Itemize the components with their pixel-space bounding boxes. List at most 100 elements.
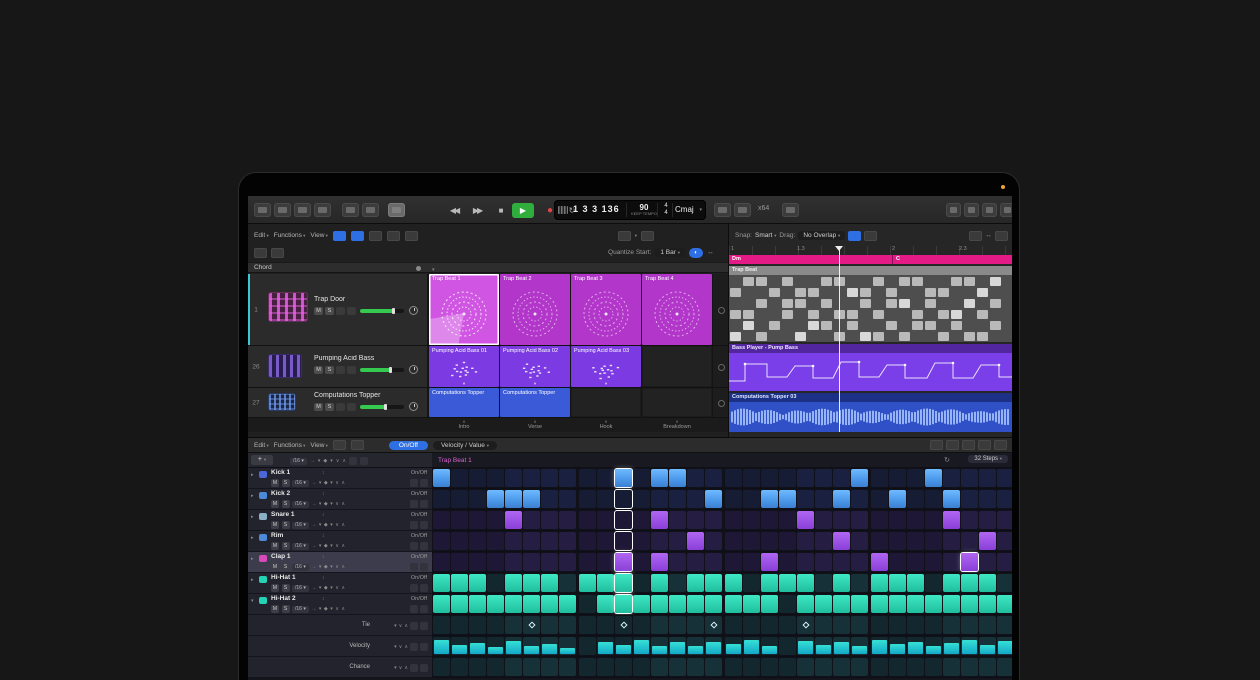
- seq-row-header[interactable]: ▸Clap 1↕On/OffMS/16 ▾→▾◆▾∨∧: [248, 552, 432, 573]
- step-cell[interactable]: [761, 574, 778, 592]
- step-cell[interactable]: [559, 490, 576, 508]
- step-cell[interactable]: [961, 595, 978, 613]
- velocity-bar[interactable]: [488, 647, 503, 654]
- step-cell[interactable]: [889, 511, 906, 529]
- step-cell[interactable]: [705, 553, 722, 571]
- step-cell[interactable]: [469, 532, 486, 550]
- record-enable-button[interactable]: [336, 307, 345, 315]
- rate-selector[interactable]: /16 ▾: [292, 564, 309, 571]
- step-cell[interactable]: [487, 553, 504, 571]
- step-cell[interactable]: [523, 658, 540, 676]
- step-cell[interactable]: [669, 532, 686, 550]
- step-cell[interactable]: [597, 490, 614, 508]
- row-ctrl-icon[interactable]: ∨: [336, 458, 340, 464]
- step-cell[interactable]: [579, 553, 596, 571]
- row-ctrl-icon[interactable]: ◆: [324, 480, 328, 486]
- step-cell[interactable]: [651, 469, 668, 487]
- row-edit-icon[interactable]: [410, 500, 418, 508]
- velocity-bar[interactable]: [560, 648, 575, 654]
- step-cell[interactable]: [871, 574, 888, 592]
- step-cell[interactable]: [705, 469, 722, 487]
- velocity-bar[interactable]: [726, 644, 741, 654]
- stop-button[interactable]: ■: [491, 203, 511, 218]
- solo-button[interactable]: S: [282, 521, 290, 529]
- step-cell[interactable]: [889, 616, 906, 634]
- step-cell[interactable]: [579, 658, 596, 676]
- step-cell[interactable]: [433, 490, 450, 508]
- volume-slider[interactable]: [360, 405, 404, 409]
- mute-button[interactable]: M: [314, 403, 323, 411]
- step-cell[interactable]: [651, 637, 668, 655]
- rate-selector[interactable]: /16 ▾: [292, 522, 309, 529]
- step-cell[interactable]: [961, 637, 978, 655]
- step-cell[interactable]: [871, 616, 888, 634]
- step-cell[interactable]: [725, 616, 742, 634]
- step-cell[interactable]: [469, 574, 486, 592]
- step-cell[interactable]: [925, 637, 942, 655]
- step-cell[interactable]: [833, 595, 850, 613]
- v-zoom-icon[interactable]: [995, 231, 1008, 241]
- step-cell[interactable]: [961, 616, 978, 634]
- solo-button[interactable]: S: [325, 403, 334, 411]
- step-cell[interactable]: [523, 490, 540, 508]
- step-cell[interactable]: [779, 469, 796, 487]
- text-tool-icon[interactable]: [864, 231, 877, 241]
- seq-subrow-header[interactable]: Tie▾∨∧: [248, 615, 432, 636]
- step-cell[interactable]: [961, 574, 978, 592]
- subrow-edit-icon[interactable]: [420, 643, 428, 651]
- seq-row-header[interactable]: ▸Kick 1↕On/OffMS/16 ▾→▾◆▾∨∧: [248, 468, 432, 489]
- subrow-ctrl-icon[interactable]: ∧: [404, 665, 408, 671]
- disclosure-right-icon[interactable]: ▸: [251, 535, 254, 541]
- row-edit-icon[interactable]: [420, 563, 428, 571]
- step-cell[interactable]: [907, 511, 924, 529]
- step-cell[interactable]: [907, 658, 924, 676]
- step-cell[interactable]: [815, 595, 832, 613]
- step-cell[interactable]: [761, 490, 778, 508]
- rate-selector[interactable]: /16 ▾: [292, 585, 309, 592]
- step-cell[interactable]: [615, 469, 632, 487]
- subrow-edit-icon[interactable]: [420, 622, 428, 630]
- step-cell[interactable]: [797, 532, 814, 550]
- step-cell[interactable]: [687, 658, 704, 676]
- loops-browser-icon[interactable]: [342, 203, 359, 217]
- step-cell[interactable]: [451, 658, 468, 676]
- scene-trigger[interactable]: ∧Verse: [500, 418, 570, 432]
- velocity-bar[interactable]: [926, 646, 941, 654]
- step-cell[interactable]: [907, 574, 924, 592]
- step-cell[interactable]: [889, 658, 906, 676]
- step-cell[interactable]: [597, 658, 614, 676]
- edit-mode-selector[interactable]: Velocity / Value ▾: [433, 441, 497, 450]
- rate-selector[interactable]: /16 ▾: [292, 606, 309, 613]
- row-edit-icon[interactable]: [410, 563, 418, 571]
- step-cell[interactable]: [669, 490, 686, 508]
- step-cell[interactable]: [541, 658, 558, 676]
- step-cell[interactable]: [433, 595, 450, 613]
- velocity-bar[interactable]: [434, 640, 449, 654]
- tuner-icon[interactable]: [714, 203, 731, 217]
- row-ctrl-icon[interactable]: ▾: [330, 585, 333, 591]
- step-cell[interactable]: [523, 637, 540, 655]
- step-cell[interactable]: [925, 490, 942, 508]
- rate-selector[interactable]: /16 ▾: [290, 458, 307, 465]
- step-cell[interactable]: [615, 658, 632, 676]
- step-cell[interactable]: [979, 490, 996, 508]
- step-cell[interactable]: [997, 511, 1012, 529]
- row-ctrl-icon[interactable]: ▾: [319, 480, 322, 486]
- velocity-bar[interactable]: [998, 641, 1012, 654]
- step-cell[interactable]: [469, 658, 486, 676]
- row-ctrl-icon[interactable]: →: [310, 458, 315, 464]
- row-ctrl-icon[interactable]: ∧: [341, 585, 345, 591]
- solo-button[interactable]: S: [282, 500, 290, 508]
- step-cell[interactable]: [687, 469, 704, 487]
- step-cell[interactable]: [487, 490, 504, 508]
- disclosure-right-icon[interactable]: ▸: [251, 514, 254, 520]
- step-cell[interactable]: [851, 490, 868, 508]
- step-cell[interactable]: [943, 574, 960, 592]
- row-ctrl-icon[interactable]: ◆: [324, 606, 328, 612]
- step-cell[interactable]: [797, 595, 814, 613]
- row-ctrl-icon[interactable]: ▾: [318, 458, 321, 464]
- rate-selector[interactable]: /16 ▾: [292, 543, 309, 550]
- input-monitor-button[interactable]: [347, 307, 356, 315]
- subrow-ctrl-icon[interactable]: ▾: [394, 644, 397, 650]
- tempo-display[interactable]: 90 KEEP TEMPO: [631, 203, 657, 216]
